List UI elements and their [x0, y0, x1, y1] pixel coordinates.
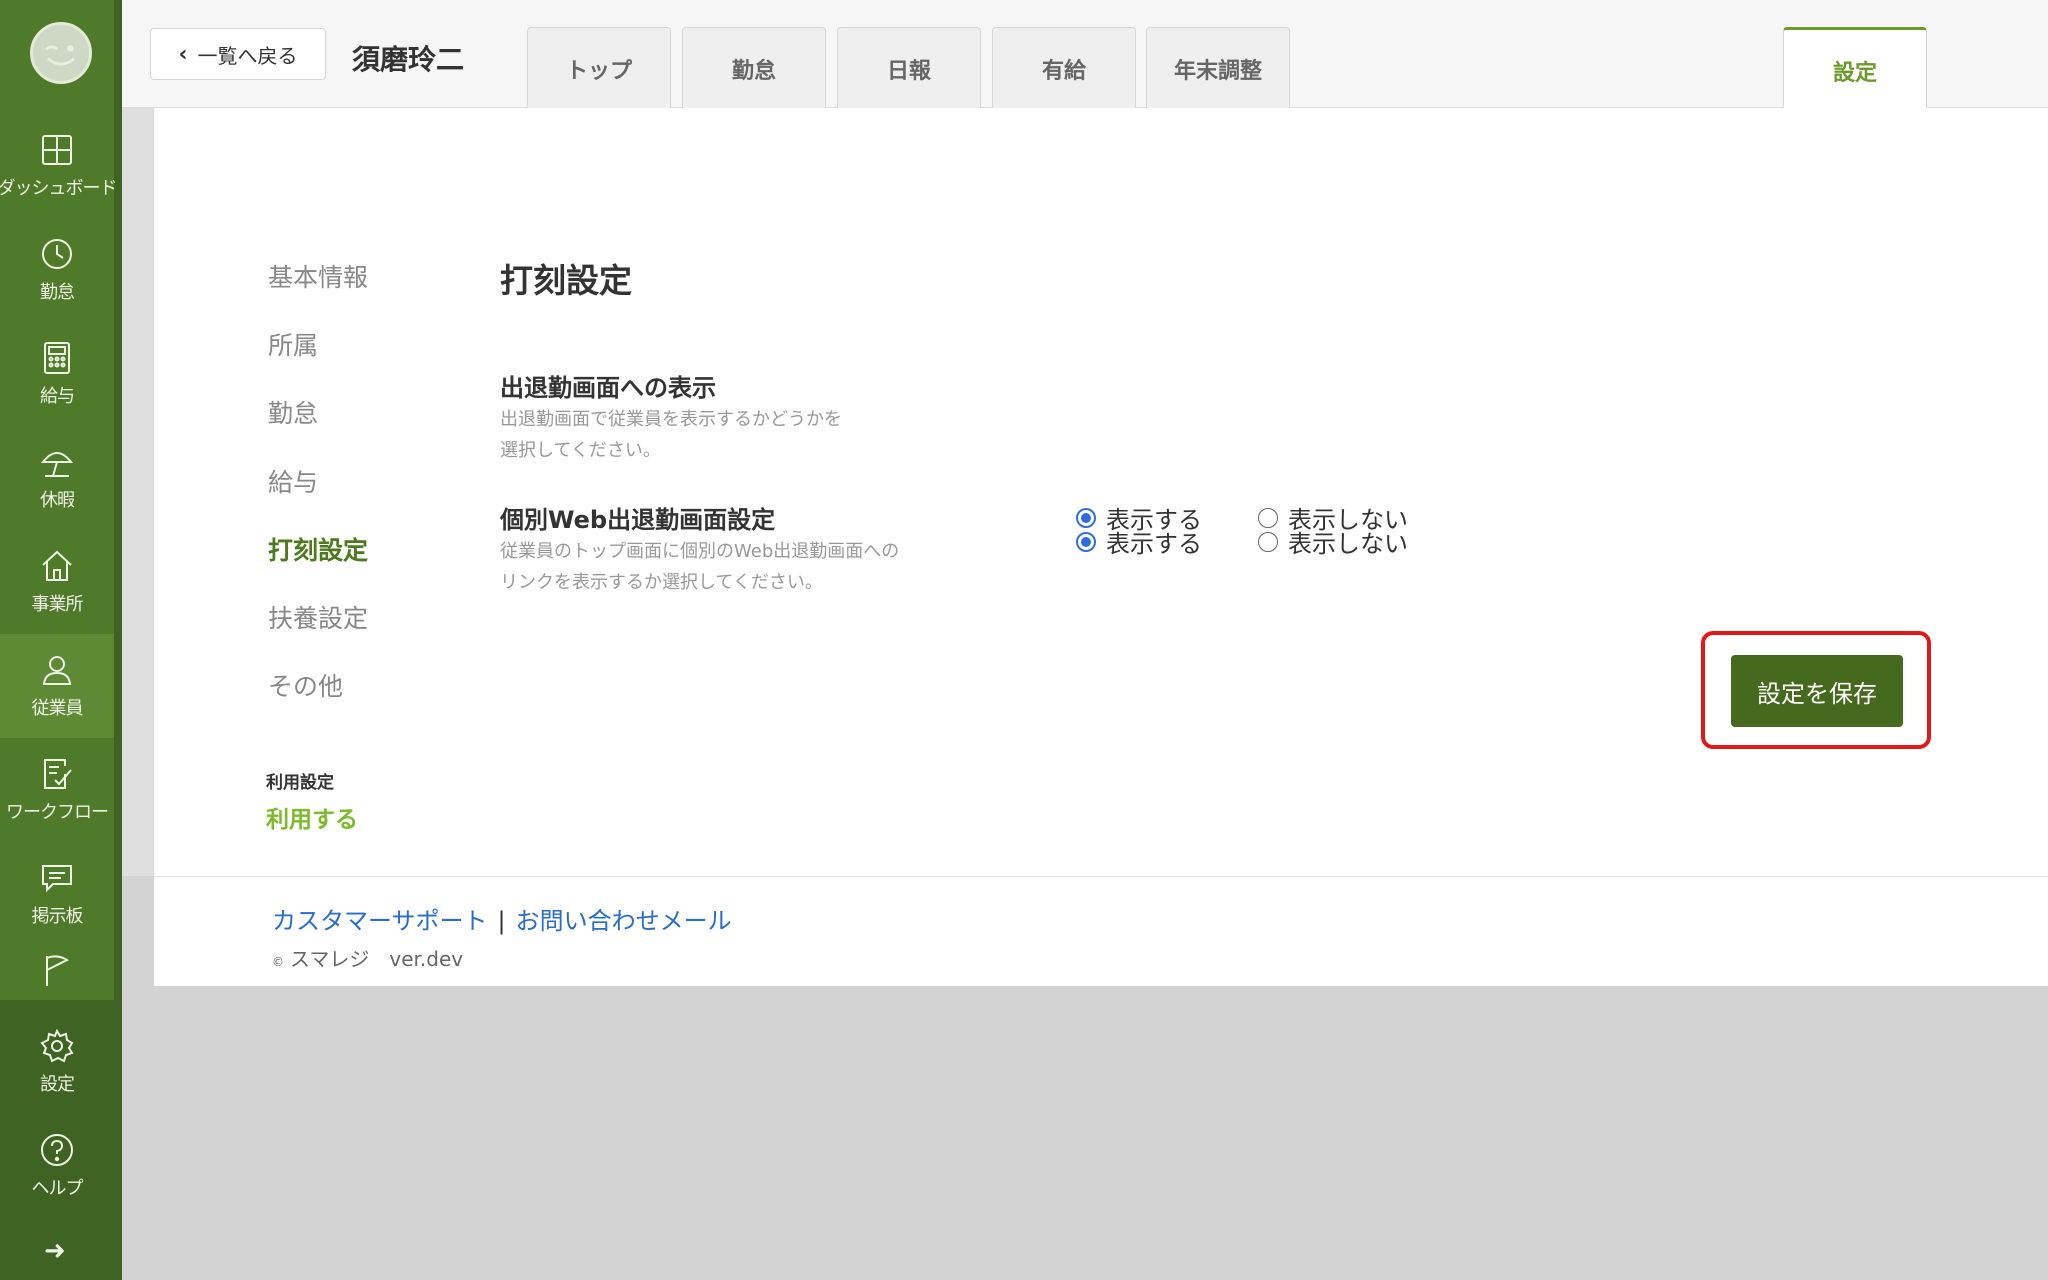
setting-title-individual-web-clock: 個別Web出退勤画面設定: [500, 506, 776, 534]
winking-face-icon: [45, 45, 75, 66]
radio-label: 表示しない: [1288, 530, 1408, 558]
arrow-right-icon[interactable]: ➜: [44, 1236, 66, 1266]
sidebar-item-flag[interactable]: [0, 940, 114, 1000]
back-to-list-button[interactable]: ‹ 一覧へ戻る: [150, 28, 326, 80]
contact-mail-link[interactable]: お問い合わせメール: [516, 907, 732, 935]
calculator-icon: [39, 340, 75, 376]
tab-settings[interactable]: 設定: [1783, 27, 1927, 111]
home-icon: [39, 548, 75, 584]
subnav-item-dependents-settings[interactable]: 扶養設定: [268, 599, 368, 635]
usage-setting-value: 利用する: [266, 807, 358, 833]
desc-line: 出退勤画面で従業員を表示するかどうかを: [500, 409, 842, 430]
clock-icon: [39, 236, 75, 272]
desc-line: リンクを表示するか選択してください。: [500, 572, 823, 593]
radio-label: 表示する: [1106, 530, 1202, 558]
sidebar-item-leave[interactable]: 休暇: [0, 426, 114, 530]
sidebar-scrollbar[interactable]: [114, 0, 122, 1000]
sidebar-item-workflow[interactable]: ワークフロー: [0, 738, 114, 842]
dashboard-icon: [39, 132, 75, 168]
sidebar: ダッシュボード 勤怠 給与 休暇 事業所 従業員 ワークフロー 掲示板 設定 ヘ…: [0, 0, 122, 1280]
setting-desc-individual-web-clock: 従業員のトップ画面に個別のWeb出退勤画面への リンクを表示するか選択してくださ…: [500, 536, 980, 598]
help-icon: [39, 1132, 75, 1168]
radio-button[interactable]: [1258, 531, 1278, 552]
copyright-symbol: ©: [272, 955, 284, 969]
sidebar-item-office[interactable]: 事業所: [0, 530, 114, 634]
person-icon: [39, 652, 75, 688]
avatar[interactable]: [30, 22, 92, 84]
sidebar-item-label: 勤怠: [40, 282, 75, 303]
chat-bubble-icon: [39, 860, 75, 896]
footer-separator: |: [497, 907, 506, 935]
desc-line: 選択してください。: [500, 440, 661, 461]
footer-links: カスタマーサポート | お問い合わせメール: [272, 901, 732, 936]
save-settings-button[interactable]: 設定を保存: [1731, 655, 1903, 727]
setting-title-clock-screen-display: 出退勤画面への表示: [500, 374, 716, 402]
desc-line: 従業員のトップ画面に個別のWeb出退勤画面への: [500, 541, 900, 562]
flag-icon: [39, 952, 75, 988]
settings-card: 基本情報 所属 勤怠 給与 打刻設定 扶養設定 その他 利用設定 利用する 打刻…: [154, 108, 2048, 876]
subnav-item-attendance[interactable]: 勤怠: [268, 394, 318, 430]
sidebar-item-label: 休暇: [40, 490, 75, 511]
subnav-item-affiliation[interactable]: 所属: [268, 326, 318, 362]
content-gutter: [122, 108, 154, 876]
sidebar-item-label: 従業員: [31, 698, 84, 719]
sidebar-item-label: ダッシュボード: [0, 178, 118, 199]
tab-attendance[interactable]: 勤怠: [682, 27, 826, 109]
sidebar-item-settings[interactable]: 設定: [0, 1010, 114, 1114]
sidebar-item-label: ヘルプ: [31, 1178, 84, 1199]
copyright-text: スマレジ ver.dev: [290, 947, 464, 971]
tab-paid-leave[interactable]: 有給: [992, 27, 1136, 109]
sidebar-item-payroll[interactable]: 給与: [0, 322, 114, 426]
tab-daily-report[interactable]: 日報: [837, 27, 981, 109]
usage-setting-label: 利用設定: [266, 773, 334, 793]
sidebar-item-help[interactable]: ヘルプ: [0, 1114, 114, 1218]
employee-name: 須磨玲二: [352, 43, 465, 76]
radio-web-clock-hide[interactable]: 表示しない: [1258, 524, 1408, 559]
sidebar-item-label: 掲示板: [31, 906, 84, 927]
customer-support-link[interactable]: カスタマーサポート: [272, 907, 488, 935]
sidebar-item-bulletin-board[interactable]: 掲示板: [0, 842, 114, 946]
tab-year-end-adjustment[interactable]: 年末調整: [1146, 27, 1290, 109]
sidebar-item-attendance[interactable]: 勤怠: [0, 218, 114, 322]
beach-umbrella-icon: [39, 444, 75, 480]
radio-button-checked[interactable]: [1076, 531, 1096, 552]
back-button-label: 一覧へ戻る: [197, 43, 298, 68]
sidebar-item-label: 設定: [40, 1074, 75, 1095]
subnav-item-basic-info[interactable]: 基本情報: [268, 258, 368, 294]
page-title: 打刻設定: [500, 261, 632, 300]
sidebar-item-employees[interactable]: 従業員: [0, 634, 114, 738]
chevron-left-icon: ‹: [178, 41, 188, 67]
subnav-item-other[interactable]: その他: [268, 667, 343, 703]
sidebar-item-dashboard[interactable]: ダッシュボード: [0, 114, 118, 218]
radio-web-clock-show[interactable]: 表示する: [1076, 524, 1202, 559]
tab-top[interactable]: トップ: [527, 27, 671, 109]
sidebar-item-label: 事業所: [31, 594, 84, 615]
gear-icon: [39, 1028, 75, 1064]
employee-header: ‹ 一覧へ戻る 須磨玲二 トップ 勤怠 日報 有給 年末調整 設定: [122, 0, 2048, 111]
subnav-item-payroll[interactable]: 給与: [268, 463, 318, 499]
subnav-item-clock-settings[interactable]: 打刻設定: [268, 531, 368, 567]
footer: カスタマーサポート | お問い合わせメール © スマレジ ver.dev: [154, 876, 2048, 986]
sidebar-item-label: ワークフロー: [6, 802, 109, 823]
checklist-icon: [39, 756, 75, 792]
setting-desc-clock-screen-display: 出退勤画面で従業員を表示するかどうかを 選択してください。: [500, 404, 940, 466]
copyright: © スマレジ ver.dev: [272, 943, 463, 972]
sidebar-item-label: 給与: [40, 386, 75, 407]
